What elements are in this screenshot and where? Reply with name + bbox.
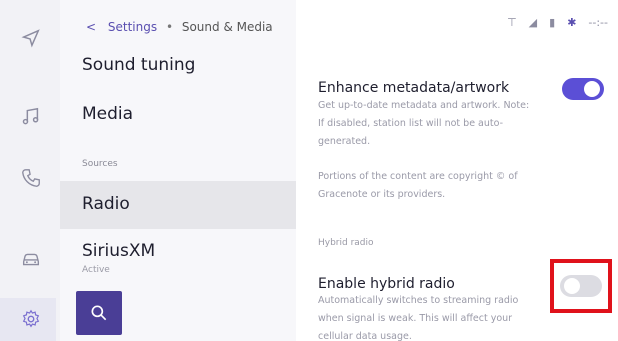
menu-item-radio[interactable]: Radio bbox=[82, 194, 130, 214]
menu-item-sound-tuning[interactable]: Sound tuning bbox=[82, 55, 195, 75]
phone-icon[interactable] bbox=[20, 167, 42, 189]
music-icon[interactable] bbox=[20, 106, 42, 128]
enhance-metadata-description: Get up-to-date metadata and artwork. Not… bbox=[318, 100, 530, 147]
menu-item-siriusxm[interactable]: SiriusXM bbox=[82, 241, 155, 261]
search-icon bbox=[91, 305, 107, 321]
bluetooth-icon: ✱ bbox=[567, 16, 577, 29]
breadcrumb: < Settings • Sound & Media bbox=[86, 20, 273, 34]
toggle-knob bbox=[584, 81, 600, 97]
section-label-sources: Sources bbox=[82, 159, 118, 169]
clock: --:-- bbox=[588, 16, 608, 29]
hybrid-radio-description: Automatically switches to streaming radi… bbox=[318, 295, 519, 341]
enhance-metadata-title: Enhance metadata/artwork bbox=[318, 80, 510, 96]
gracenote-copyright-note: Portions of the content are copyright © … bbox=[318, 171, 518, 200]
car-icon[interactable] bbox=[20, 248, 42, 270]
battery-icon: ▮ bbox=[549, 16, 556, 29]
hybrid-radio-title: Enable hybrid radio bbox=[318, 276, 455, 292]
search-button[interactable] bbox=[76, 291, 122, 335]
antenna-icon: ⊤ bbox=[507, 16, 517, 29]
back-chevron-icon[interactable]: < bbox=[86, 20, 96, 34]
menu-item-media[interactable]: Media bbox=[82, 104, 133, 124]
breadcrumb-current: Sound & Media bbox=[181, 20, 273, 34]
status-bar: ⊤ ◢ ▮ ✱ --:-- bbox=[507, 16, 608, 29]
highlight-box bbox=[550, 259, 612, 313]
breadcrumb-separator: • bbox=[165, 20, 174, 34]
breadcrumb-settings[interactable]: Settings bbox=[108, 20, 157, 34]
navigation-icon[interactable] bbox=[20, 27, 42, 49]
enhance-metadata-toggle[interactable] bbox=[562, 78, 604, 100]
settings-gear-icon[interactable] bbox=[20, 308, 42, 330]
settings-detail-panel: ⊤ ◢ ▮ ✱ --:-- Enhance metadata/artwork G… bbox=[296, 0, 618, 341]
nav-rail bbox=[0, 0, 60, 341]
signal-icon: ◢ bbox=[528, 16, 538, 29]
section-label-hybrid-radio: Hybrid radio bbox=[318, 238, 374, 248]
settings-menu-panel: < Settings • Sound & Media Sound tuning … bbox=[60, 0, 296, 341]
siriusxm-status: Active bbox=[82, 265, 110, 275]
